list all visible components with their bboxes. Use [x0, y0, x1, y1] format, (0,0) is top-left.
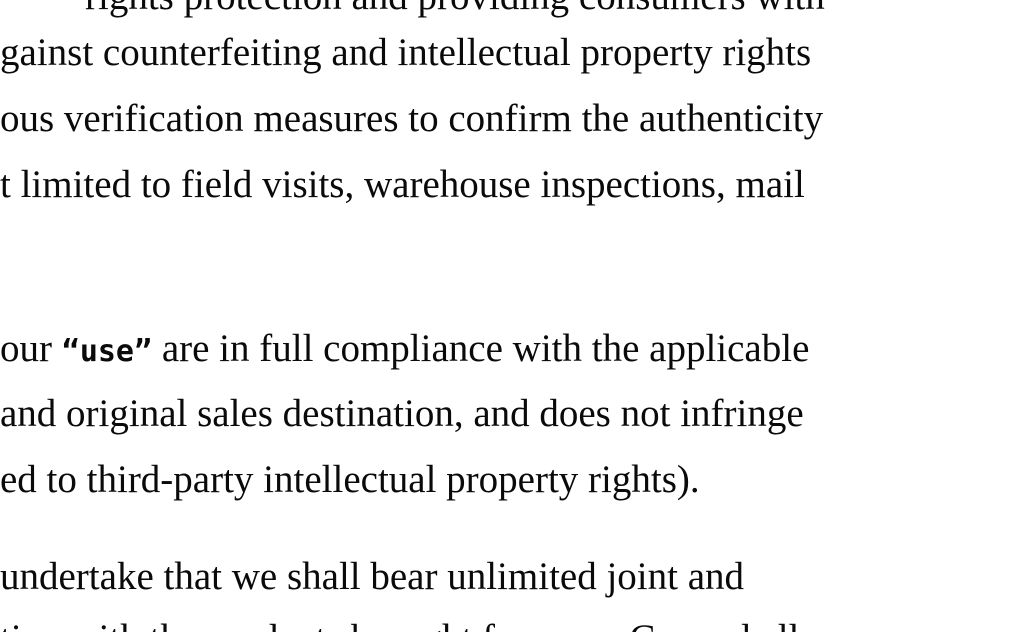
close-quote: ” — [134, 334, 153, 369]
text-line: our “use” are in full compliance with th… — [0, 326, 809, 375]
text-line: gainst counterfeiting and intellectual p… — [0, 31, 812, 74]
open-quote: “ — [61, 334, 80, 369]
text-line: and original sales destination, and does… — [0, 392, 804, 435]
text-line: ous verification measures to confirm the… — [0, 97, 824, 140]
text-line: ed to third-party intellectual property … — [0, 458, 700, 501]
text-line: tion with the products brought from our … — [0, 616, 799, 632]
text-line: rights protection and providing consumer… — [85, 0, 825, 20]
text-line: undertake that we shall bear unlimited j… — [0, 555, 745, 598]
text-fragment: are in full compliance with the applicab… — [152, 327, 810, 370]
text-fragment: our — [0, 327, 62, 370]
document-page: rights protection and providing consumer… — [0, 0, 1011, 632]
quoted-term: use — [79, 334, 134, 369]
text-line: t limited to field visits, warehouse ins… — [0, 163, 805, 206]
